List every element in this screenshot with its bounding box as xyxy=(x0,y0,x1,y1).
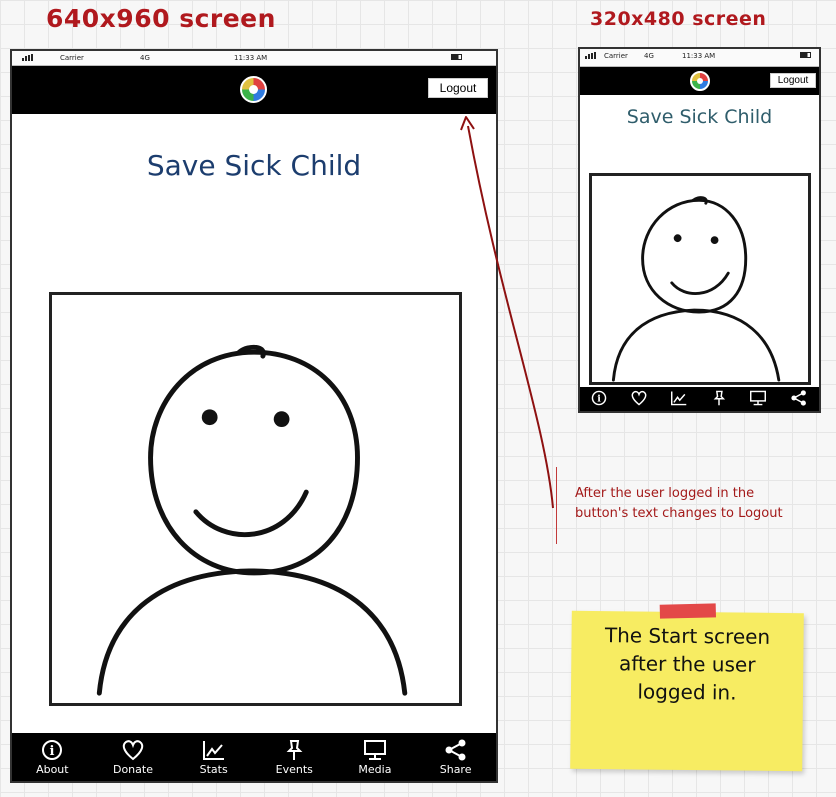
chart-icon xyxy=(202,739,226,763)
sticky-note-line: The Start screen xyxy=(604,623,771,649)
child-photo-placeholder xyxy=(49,292,462,706)
share-icon xyxy=(790,390,808,408)
bottom-tab-bar: i About Donate Stats Events Media Share xyxy=(12,733,496,781)
annotation-line: After the user logged in the xyxy=(575,486,755,501)
bottom-tab-bar: i xyxy=(580,387,819,411)
sticky-note: The Start screen after the user logged i… xyxy=(570,603,804,772)
share-icon xyxy=(444,739,468,763)
network-label: 4G xyxy=(140,54,150,62)
tab-stats[interactable] xyxy=(670,390,688,408)
annotation-line: button's text changes to Logout xyxy=(575,506,783,521)
smiley-sketch-icon xyxy=(611,196,781,382)
tab-share[interactable] xyxy=(790,390,808,408)
sticky-note-line: logged in. xyxy=(637,679,737,705)
phone-mockup-large: Carrier 4G 11:33 AM Logout Save Sick Chi… xyxy=(10,49,498,783)
smiley-sketch-icon xyxy=(96,344,408,696)
tape-strip xyxy=(659,603,717,619)
battery-icon xyxy=(451,54,462,60)
page-title: Save Sick Child xyxy=(146,149,362,182)
annotation-note: After the user logged in the button's te… xyxy=(575,484,815,524)
tab-media[interactable] xyxy=(749,390,767,408)
tab-about[interactable]: i xyxy=(591,390,607,408)
pushpin-icon xyxy=(283,739,305,763)
phone-mockup-small: Carrier 4G 11:33 AM Logout Save Sick Chi… xyxy=(578,47,821,413)
tab-about[interactable]: i About xyxy=(17,739,87,776)
app-logo-icon xyxy=(240,76,267,103)
tab-label: Media xyxy=(358,762,392,776)
status-bar: Carrier 4G 11:33 AM xyxy=(12,51,496,66)
heart-icon xyxy=(630,390,648,408)
logout-button[interactable]: Logout xyxy=(428,78,488,98)
tab-stats[interactable]: Stats xyxy=(179,739,249,776)
tab-label: Share xyxy=(439,762,472,776)
tab-label: About xyxy=(36,762,69,776)
info-icon: i xyxy=(41,739,63,763)
pushpin-icon xyxy=(711,390,727,408)
svg-text:i: i xyxy=(50,744,55,759)
app-logo-icon xyxy=(690,71,710,91)
time-label: 11:33 AM xyxy=(682,52,716,60)
info-icon: i xyxy=(591,390,607,408)
tab-donate[interactable] xyxy=(630,390,648,408)
monitor-icon xyxy=(363,739,387,763)
top-nav-bar: Logout xyxy=(580,67,819,95)
signal-icon xyxy=(585,52,596,59)
monitor-icon xyxy=(749,390,767,408)
battery-icon xyxy=(800,52,811,58)
tab-label: Stats xyxy=(199,762,228,776)
tab-events[interactable]: Events xyxy=(259,739,329,776)
carrier-label: Carrier xyxy=(60,54,84,62)
tab-donate[interactable]: Donate xyxy=(98,739,168,776)
top-nav-bar: Logout xyxy=(12,66,496,114)
chart-icon xyxy=(670,390,688,408)
tab-label: Events xyxy=(275,762,313,776)
svg-text:i: i xyxy=(597,394,601,405)
annotation-divider xyxy=(556,467,557,544)
child-photo-placeholder xyxy=(589,173,811,385)
status-bar: Carrier 4G 11:33 AM xyxy=(580,49,819,67)
heart-icon xyxy=(121,739,145,763)
network-label: 4G xyxy=(644,52,654,60)
logout-button[interactable]: Logout xyxy=(770,73,816,88)
tab-label: Donate xyxy=(112,762,153,776)
tab-share[interactable]: Share xyxy=(421,739,491,776)
signal-icon xyxy=(22,54,33,61)
sticky-note-line: after the user xyxy=(618,651,756,677)
carrier-label: Carrier xyxy=(604,52,628,60)
page-title: Save Sick Child xyxy=(626,106,773,128)
sticky-note-text: The Start screen after the user logged i… xyxy=(582,621,793,707)
heading-large-screen: 640x960 screen xyxy=(46,4,276,33)
tab-events[interactable] xyxy=(711,390,727,408)
heading-small-screen: 320x480 screen xyxy=(590,8,767,30)
time-label: 11:33 AM xyxy=(234,54,268,62)
tab-media[interactable]: Media xyxy=(340,739,410,776)
